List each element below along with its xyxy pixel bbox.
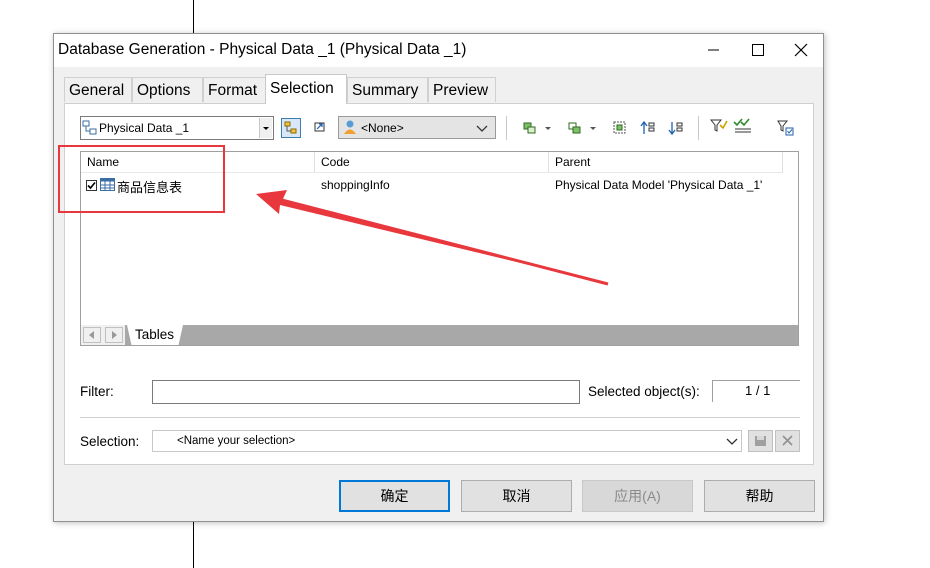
maximize-button[interactable] (735, 34, 779, 66)
minimize-icon (708, 49, 719, 51)
delete-icon (782, 435, 793, 446)
toolbar-separator (698, 116, 699, 140)
model-icon (82, 120, 97, 135)
sheet-scroll-buttons (81, 325, 125, 345)
tab-options[interactable]: Options (132, 77, 203, 102)
maximize-icon (752, 44, 764, 56)
scroll-right-button[interactable] (103, 325, 125, 345)
save-selection-button[interactable] (748, 430, 773, 452)
model-select-dropdown[interactable] (259, 118, 272, 138)
tab-format[interactable]: Format (203, 77, 266, 102)
select-all-icon (523, 122, 536, 134)
close-button[interactable] (779, 34, 823, 66)
close-icon (794, 43, 808, 57)
scroll-left-button[interactable] (81, 325, 103, 345)
title-bar: Database Generation - Physical Data _1 (… (54, 34, 823, 67)
move-down-button[interactable] (667, 119, 687, 139)
owner-select-value: <None> (361, 121, 404, 135)
help-button[interactable]: 帮助 (704, 480, 815, 512)
user-icon (344, 120, 356, 134)
selected-objects-count: 1 / 1 (712, 380, 800, 402)
graphical-selection-icon (613, 121, 626, 134)
background-line-top (193, 0, 194, 33)
move-up-button[interactable] (639, 119, 659, 139)
tab-selection[interactable]: Selection (265, 74, 347, 104)
minimize-button[interactable] (691, 34, 735, 66)
sheet-tab-tables[interactable]: Tables (127, 325, 183, 345)
hierarchy-toggle-button[interactable] (281, 118, 301, 138)
dropdown-arrow-icon (590, 127, 596, 130)
selection-label: Selection: (80, 434, 140, 449)
select-all-button[interactable] (521, 119, 541, 139)
filter-button[interactable] (709, 117, 730, 137)
check-list-icon (733, 118, 751, 133)
filter-label: Filter: (80, 384, 114, 399)
chevron-down-icon (726, 438, 738, 445)
tab-preview[interactable]: Preview (428, 77, 496, 102)
deselect-all-button[interactable] (566, 119, 586, 139)
cancel-button[interactable]: 取消 (461, 480, 572, 512)
move-down-icon (668, 122, 683, 136)
chevron-down-icon (476, 125, 488, 132)
selection-combobox[interactable]: <Name your selection> (152, 430, 742, 452)
ok-button[interactable]: 确定 (339, 480, 450, 512)
row-code: shoppingInfo (321, 178, 390, 192)
include-sub-objects-button[interactable] (733, 117, 753, 137)
hierarchy-icon (284, 121, 297, 134)
filter-input[interactable] (152, 380, 580, 404)
model-select-value: Physical Data _1 (99, 121, 190, 135)
delete-selection-button[interactable] (775, 430, 800, 452)
clear-filter-button[interactable] (777, 119, 797, 139)
window-title: Database Generation - Physical Data _1 (… (58, 41, 467, 58)
clear-filter-icon (777, 120, 794, 136)
properties-icon (314, 122, 325, 132)
annotation-highlight-box (58, 145, 225, 213)
save-icon (755, 436, 766, 446)
filter-icon (709, 119, 728, 132)
sheet-tab-bar: Tables (81, 325, 798, 345)
database-generation-dialog: Database Generation - Physical Data _1 (… (53, 33, 824, 522)
model-select[interactable]: Physical Data _1 (80, 116, 274, 140)
selected-objects-value: 1 / 1 (745, 383, 771, 398)
dropdown-arrow-icon (545, 127, 551, 130)
divider (80, 417, 800, 418)
select-all-dropdown[interactable] (541, 119, 555, 139)
column-header-code[interactable]: Code (315, 152, 549, 173)
column-header-parent[interactable]: Parent (549, 152, 783, 173)
deselect-all-dropdown[interactable] (586, 119, 600, 139)
use-graphical-selection-button[interactable] (611, 119, 631, 139)
selection-combobox-value: <Name your selection> (177, 435, 296, 447)
owner-select[interactable]: <None> (338, 116, 496, 139)
tab-general[interactable]: General (64, 77, 132, 102)
move-up-icon (640, 120, 655, 134)
deselect-all-icon (568, 122, 581, 134)
apply-button[interactable]: 应用(A) (582, 480, 693, 512)
tab-summary[interactable]: Summary (347, 77, 428, 102)
dropdown-arrow-icon (263, 127, 269, 130)
selected-objects-label: Selected object(s): (588, 384, 700, 399)
row-parent: Physical Data Model 'Physical Data _1' (555, 178, 763, 192)
toolbar-separator (506, 116, 507, 140)
background-line-bottom (193, 522, 194, 568)
properties-button[interactable] (311, 118, 331, 138)
